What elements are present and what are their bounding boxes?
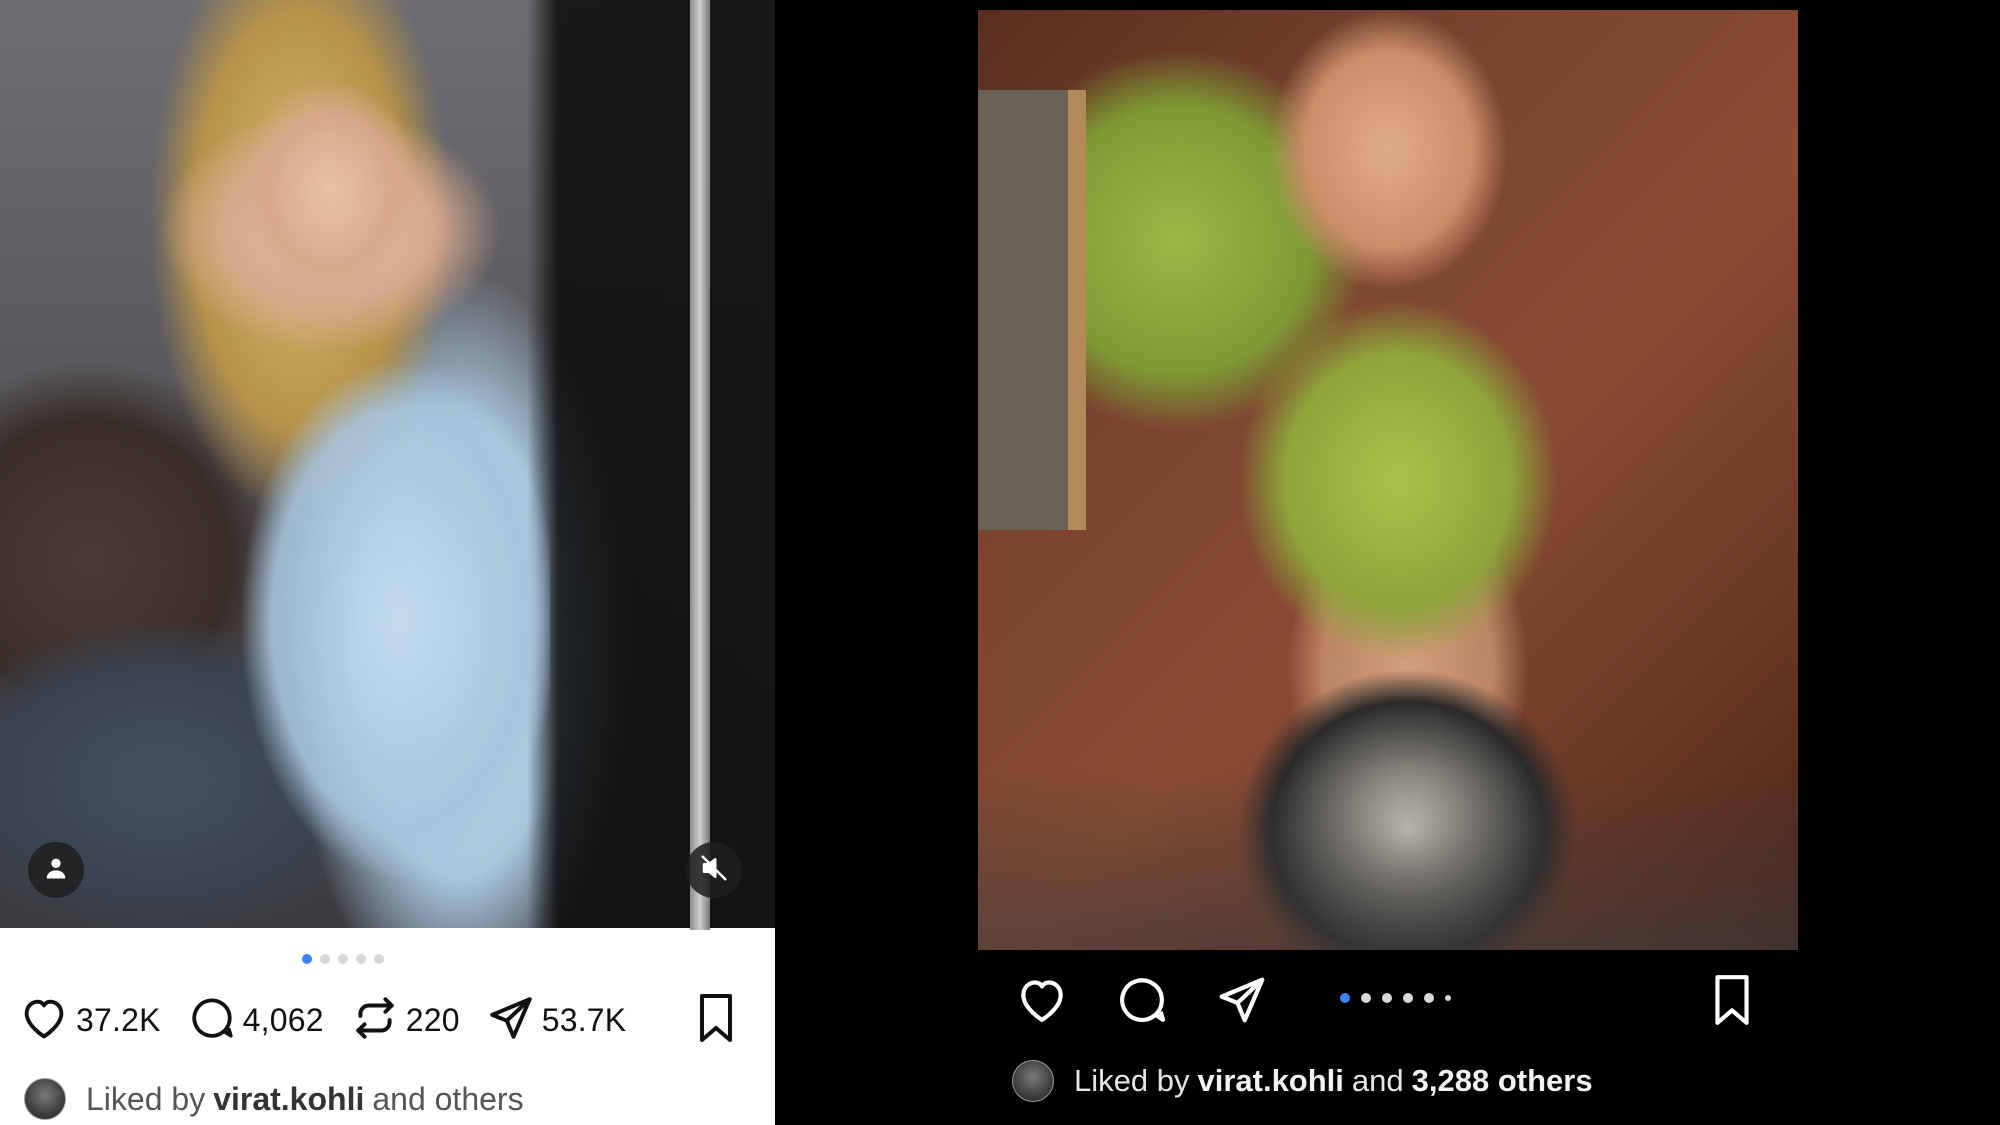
repost-icon xyxy=(350,993,400,1048)
liked-by-line: Liked by virat.kohli and others xyxy=(24,1078,524,1120)
person-icon xyxy=(42,854,70,887)
share-button-dark[interactable] xyxy=(1210,970,1274,1034)
send-icon xyxy=(486,993,536,1048)
carousel-indicator-dark xyxy=(1340,993,1451,1003)
liked-by-line-dark: Liked by virat.kohli and 3,288 others xyxy=(1012,1060,1601,1102)
like-button[interactable]: 37.2K xyxy=(18,992,161,1049)
screenshot-canvas: 37.2K 4,062 220 53.7K Liked by virat.koh… xyxy=(0,0,2000,1125)
repost-count[interactable]: 220 xyxy=(406,1002,460,1039)
liked-by-conjunction: and xyxy=(1351,1063,1404,1098)
photo-subject xyxy=(210,20,550,920)
carousel-dot-active xyxy=(1340,993,1350,1003)
carousel-dot xyxy=(319,954,330,964)
like-button-dark[interactable] xyxy=(1010,970,1074,1034)
repost-button[interactable]: 220 xyxy=(350,993,460,1048)
comment-button-dark[interactable] xyxy=(1110,970,1174,1034)
like-count[interactable]: 37.2K xyxy=(76,1002,161,1039)
mute-toggle-button[interactable] xyxy=(686,842,742,898)
save-button-dark[interactable] xyxy=(1700,970,1764,1034)
liked-by-suffix[interactable]: and others xyxy=(372,1081,523,1118)
send-icon xyxy=(1215,973,1269,1032)
liked-by-prefix: Liked by xyxy=(86,1080,206,1117)
post-photo-right[interactable] xyxy=(978,10,1798,950)
comment-icon xyxy=(1114,972,1170,1033)
carousel-dot xyxy=(337,954,348,964)
heart-icon xyxy=(1014,972,1070,1033)
comment-icon xyxy=(187,993,237,1048)
avatar[interactable] xyxy=(24,1078,66,1120)
carousel-dot xyxy=(1424,993,1434,1003)
window-frame xyxy=(690,0,710,930)
carousel-dot xyxy=(1403,993,1413,1003)
wall-shade xyxy=(978,770,1798,950)
carousel-dot xyxy=(1445,995,1451,1001)
wall-frame xyxy=(978,90,1086,530)
carousel-dot xyxy=(355,954,366,964)
post-action-bar: 37.2K 4,062 220 53.7K xyxy=(18,990,758,1050)
carousel-dot xyxy=(1361,993,1371,1003)
post-photo-left[interactable] xyxy=(0,0,775,930)
avatar[interactable] xyxy=(1012,1060,1054,1102)
carousel-dot xyxy=(373,954,384,964)
muted-speaker-icon xyxy=(699,853,729,888)
save-button[interactable] xyxy=(692,992,740,1049)
liked-by-prefix: Liked by xyxy=(1074,1063,1190,1098)
comment-button[interactable]: 4,062 xyxy=(187,993,324,1048)
carousel-dot xyxy=(1382,993,1392,1003)
carousel-indicator xyxy=(0,954,730,964)
comment-count[interactable]: 4,062 xyxy=(243,1002,324,1039)
liked-by-user-link[interactable]: virat.kohli xyxy=(1197,1063,1343,1099)
liked-by-user-link[interactable]: virat.kohli xyxy=(213,1081,364,1118)
share-button[interactable]: 53.7K xyxy=(486,993,627,1048)
bookmark-icon xyxy=(1707,973,1757,1032)
share-count[interactable]: 53.7K xyxy=(542,1002,627,1039)
bookmark-icon xyxy=(692,993,740,1048)
heart-icon xyxy=(18,992,70,1049)
light-mode-post: 37.2K 4,062 220 53.7K Liked by virat.koh… xyxy=(0,0,775,1125)
liked-by-others-link[interactable]: 3,288 others xyxy=(1412,1063,1593,1099)
tagged-users-button[interactable] xyxy=(28,842,84,898)
carousel-dot-active xyxy=(301,954,312,964)
